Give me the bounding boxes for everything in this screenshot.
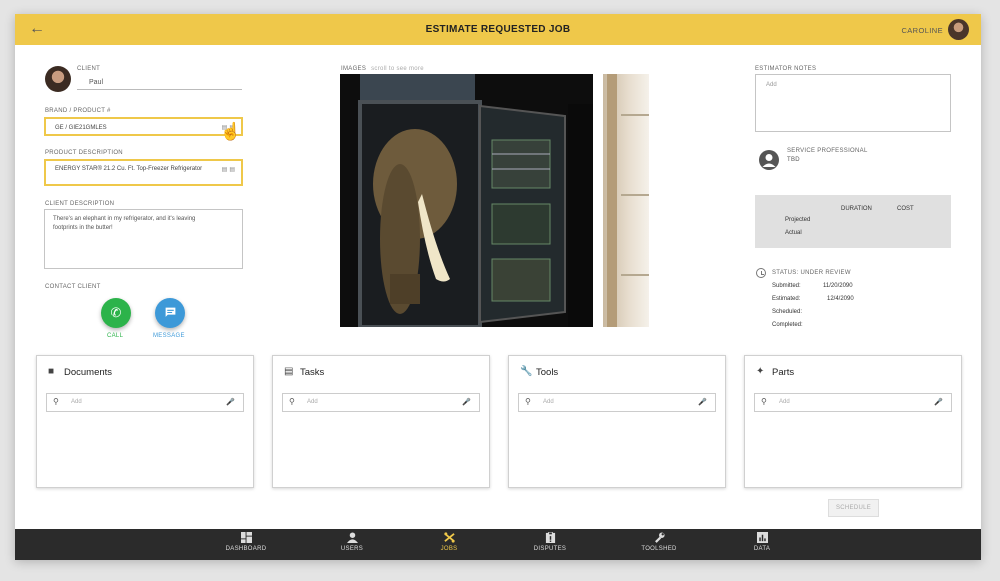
nav-disputes[interactable]: DISPUTES [515, 532, 585, 552]
actual-row-label: Actual [785, 230, 802, 236]
images-hint: scroll to see more [371, 66, 424, 72]
projected-row-label: Projected [785, 217, 811, 223]
puzzle-icon: ✦ [756, 366, 765, 377]
tasks-panel: ▤ Tasks ⚲ Add 🎤 [272, 355, 490, 488]
client-value: Paul [89, 79, 104, 86]
nav-jobs[interactable]: JOBS [414, 532, 484, 552]
folder-icon: ■ [48, 366, 55, 377]
product-description-field[interactable]: ENERGY STAR® 21.2 Cu. Ft. Top-Freezer Re… [44, 159, 243, 186]
client-avatar [45, 66, 71, 92]
microphone-icon[interactable]: 🎤 [462, 398, 471, 406]
estimator-notes-field[interactable]: Add [755, 74, 951, 132]
cost-header: COST [897, 206, 914, 212]
hand-cursor-icon: ☝ [220, 122, 242, 141]
microphone-icon[interactable]: 🎤 [226, 398, 235, 406]
user-name[interactable]: CAROLINE [901, 26, 943, 35]
nav-users[interactable]: USERS [317, 532, 387, 552]
documents-add-input[interactable]: ⚲ Add 🎤 [46, 393, 244, 412]
status-estimated-label: Estimated: [772, 296, 801, 302]
nav-dashboard-label: DASHBOARD [225, 546, 267, 552]
user-icon [346, 532, 358, 543]
estimator-notes-label: ESTIMATOR NOTES [755, 66, 817, 72]
fridge-interior-image [607, 74, 649, 327]
tasks-add-input[interactable]: ⚲ Add 🎤 [282, 393, 480, 412]
nav-disputes-label: DISPUTES [533, 546, 567, 552]
status-submitted-value: 11/20/2090 [823, 283, 853, 289]
nav-data[interactable]: DATA [727, 532, 797, 552]
client-description-value: There's an elephant in my refrigerator, … [53, 216, 196, 231]
clipboard-icon: ▤ [284, 366, 294, 377]
nav-dashboard[interactable]: DASHBOARD [211, 532, 281, 552]
dashboard-icon [240, 532, 252, 543]
disputes-icon [545, 532, 555, 543]
service-professional-value: TBD [787, 157, 800, 163]
brand-label: BRAND / PRODUCT # [45, 108, 111, 114]
status-estimated-value: 12/4/2090 [827, 296, 854, 302]
parts-add-input[interactable]: ⚲ Add 🎤 [754, 393, 952, 412]
microphone-icon[interactable]: 🎤 [934, 398, 943, 406]
status-scheduled-label: Scheduled: [772, 309, 803, 315]
chart-icon [756, 532, 768, 543]
message-label: MESSAGE [153, 333, 185, 339]
client-description-label: CLIENT DESCRIPTION [45, 201, 115, 207]
status-submitted-label: Submitted: [772, 283, 801, 289]
brand-product-field[interactable]: GE / GIE21GMLES ▤▤ [44, 117, 243, 136]
tools-title: Tools [536, 367, 559, 378]
page-title: ESTIMATE REQUESTED JOB [425, 24, 571, 35]
search-icon: ⚲ [761, 397, 767, 406]
elephant-in-fridge-image [340, 74, 593, 327]
brand-value: GE / GIE21GMLES [55, 125, 107, 131]
product-description-label: PRODUCT DESCRIPTION [45, 150, 123, 156]
schedule-button[interactable]: SCHEDULE [828, 499, 879, 517]
client-label: CLIENT [77, 66, 101, 72]
parts-title: Parts [772, 367, 795, 378]
nav-jobs-label: JOBS [440, 546, 458, 552]
search-icon: ⚲ [525, 397, 531, 406]
tools-panel: 🔧 Tools ⚲ Add 🎤 [508, 355, 726, 488]
documents-panel: ■ Documents ⚲ Add 🎤 [36, 355, 254, 488]
user-avatar[interactable] [948, 19, 969, 40]
search-icon: ⚲ [53, 397, 59, 406]
parts-panel: ✦ Parts ⚲ Add 🎤 [744, 355, 962, 488]
call-label: CALL [107, 333, 124, 339]
service-professional-label: SERVICE PROFESSIONAL [787, 148, 868, 154]
status-label: STATUS: UNDER REVIEW [772, 270, 851, 276]
app-window: ← ESTIMATE REQUESTED JOB CAROLINE CLIENT… [15, 14, 981, 560]
nav-toolshed-label: TOOLSHED [641, 546, 677, 552]
duration-header: DURATION [841, 206, 872, 212]
client-field[interactable]: Paul [77, 75, 242, 90]
jobs-icon [443, 532, 455, 543]
message-button[interactable] [155, 298, 185, 328]
tasks-add-placeholder: Add [307, 399, 318, 405]
clock-icon [756, 268, 766, 278]
estimator-notes-placeholder: Add [766, 82, 777, 88]
job-image-main[interactable] [340, 74, 593, 327]
tools-add-input[interactable]: ⚲ Add 🎤 [518, 393, 716, 412]
wrench-icon [654, 532, 665, 543]
service-professional-icon [759, 150, 779, 170]
field-actions-icon[interactable]: ▤▤ [222, 166, 237, 174]
nav-users-label: USERS [340, 546, 364, 552]
images-label: IMAGES scroll to see more [341, 66, 424, 72]
message-icon [165, 307, 175, 317]
job-image-secondary[interactable] [603, 74, 649, 327]
nav-data-label: DATA [753, 546, 771, 552]
client-description-field[interactable]: There's an elephant in my refrigerator, … [44, 209, 243, 269]
wrench-icon: 🔧 [520, 366, 533, 377]
product-description-value: ENERGY STAR® 21.2 Cu. Ft. Top-Freezer Re… [55, 166, 203, 172]
top-header: ← ESTIMATE REQUESTED JOB CAROLINE [15, 14, 981, 45]
contact-client-label: CONTACT CLIENT [45, 284, 101, 290]
documents-title: Documents [64, 367, 113, 378]
search-icon: ⚲ [289, 397, 295, 406]
parts-add-placeholder: Add [779, 399, 790, 405]
call-button[interactable]: ✆ [101, 298, 131, 328]
estimate-table: DURATION COST Projected Actual [755, 195, 951, 248]
nav-toolshed[interactable]: TOOLSHED [624, 532, 694, 552]
status-completed-label: Completed: [772, 322, 803, 328]
bottom-nav: DASHBOARD USERS JOBS DISPUTES TOOLSHED D… [15, 529, 981, 560]
tools-add-placeholder: Add [543, 399, 554, 405]
tasks-title: Tasks [300, 367, 325, 378]
microphone-icon[interactable]: 🎤 [698, 398, 707, 406]
documents-add-placeholder: Add [71, 399, 82, 405]
